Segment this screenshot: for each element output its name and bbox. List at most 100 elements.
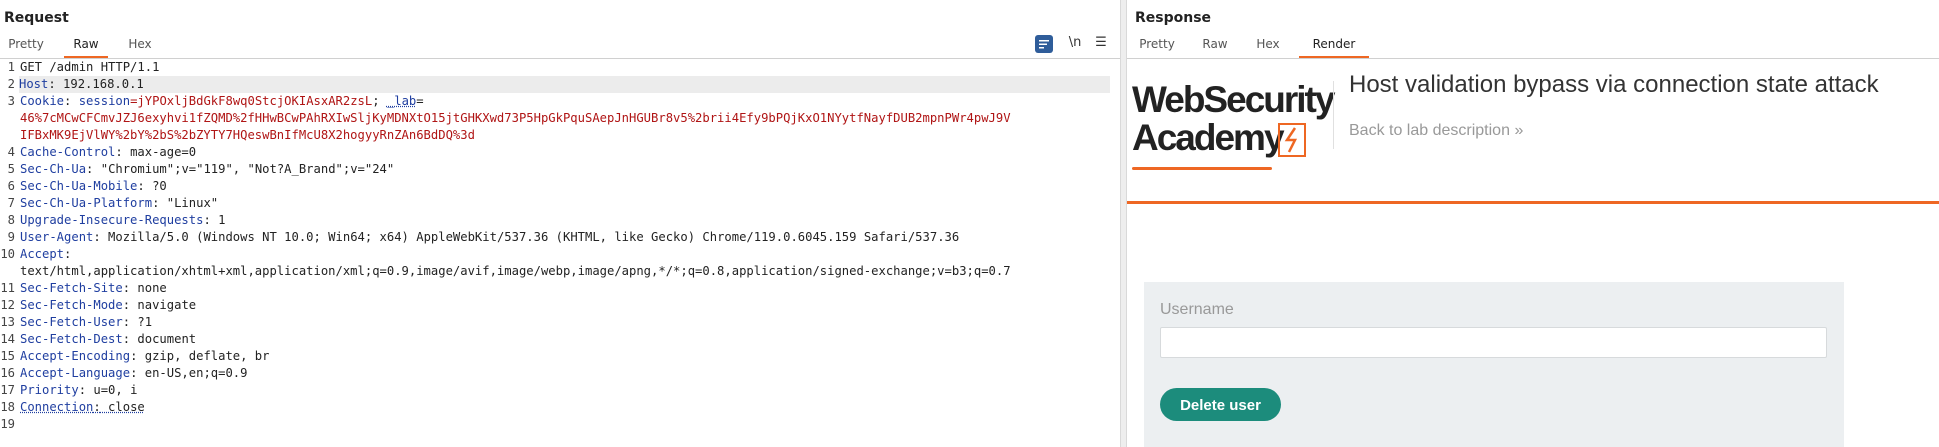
pane-splitter[interactable] xyxy=(1120,0,1127,447)
line-number: 9 xyxy=(7,230,15,244)
accept-continuation: text/html,application/xhtml+xml,applicat… xyxy=(20,263,1110,280)
header-value: "Chromium";v="119", "Not?A_Brand";v="24" xyxy=(93,162,395,176)
header-key: Priority xyxy=(20,383,79,397)
line-number: 19 xyxy=(0,417,15,431)
line-number: 3 xyxy=(7,94,15,108)
request-pane: Request Pretty Raw Hex \n ☰ 1 2 3 4 5 6 … xyxy=(0,0,1120,447)
line-number: 16 xyxy=(0,366,15,380)
line-number: 2 xyxy=(7,77,15,91)
header-key: User-Agent xyxy=(20,230,94,244)
web-security-academy-logo[interactable]: WebSecurity Academy xyxy=(1132,79,1335,170)
request-header-line: User-Agent: Mozilla/5.0 (Windows NT 10.0… xyxy=(20,230,960,244)
header-key: Connection xyxy=(20,400,94,414)
cookie-value: IFBxMK9EjVlWY%2bY%2bS%2bZYTY7HQeswBnIfMc… xyxy=(20,128,475,142)
username-input[interactable] xyxy=(1160,327,1827,358)
header-value: 192.168.0.1 xyxy=(55,77,144,91)
header-value: en-US,en;q=0.9 xyxy=(137,366,248,380)
request-header-line: Accept-Encoding: gzip, deflate, br xyxy=(20,349,270,363)
response-tabs: Pretty Raw Hex Render xyxy=(1127,34,1939,59)
cookie-name: session xyxy=(78,94,131,108)
header-key: Accept xyxy=(20,247,65,261)
header-key: Sec-Fetch-User xyxy=(20,315,123,329)
rendered-page: WebSecurity Academy Host validation bypa… xyxy=(1127,59,1939,447)
logo-line2: Academy xyxy=(1132,117,1285,158)
request-header-line: Sec-Fetch-User: ?1 xyxy=(20,315,153,329)
header-value: Mozilla/5.0 (Windows NT 10.0; Win64; x64… xyxy=(100,230,960,244)
tab-pretty[interactable]: Pretty xyxy=(1135,37,1179,58)
header-key: Sec-Ch-Ua-Mobile xyxy=(20,179,138,193)
lightning-bolt-icon xyxy=(1278,123,1306,157)
cookie-continuation: 46%7cMCwCFCmvJZJ6exyhvi1fZQMD%2fHHwBCwPA… xyxy=(20,110,1110,127)
tab-hex[interactable]: Hex xyxy=(118,37,162,58)
header-key: Sec-Ch-Ua xyxy=(20,162,87,176)
line-number: 6 xyxy=(7,179,15,193)
request-header-line: Sec-Fetch-Dest: document xyxy=(20,332,197,346)
tab-hex[interactable]: Hex xyxy=(1248,37,1288,58)
header-value: ?0 xyxy=(144,179,167,193)
header-value: close xyxy=(100,400,145,414)
line-number: 11 xyxy=(0,281,15,295)
header-value: text/html,application/xhtml+xml,applicat… xyxy=(20,264,1011,278)
tab-pretty[interactable]: Pretty xyxy=(4,37,48,58)
header-key: Cookie xyxy=(20,94,65,108)
response-title: Response xyxy=(1135,10,1212,26)
request-line-cookie: Cookie: session=jYPOxljBdGkF8wq0StcjOKIA… xyxy=(20,94,424,108)
request-header-line: Sec-Fetch-Mode: navigate xyxy=(20,298,197,312)
header-key: Host xyxy=(19,77,49,91)
header-key: Sec-Fetch-Mode xyxy=(20,298,123,312)
request-header-line: Sec-Fetch-Site: none xyxy=(20,281,167,295)
wrap-lines-icon[interactable] xyxy=(1035,35,1053,53)
request-header-line: Accept: xyxy=(20,247,72,261)
line-number: 10 xyxy=(0,247,15,261)
delete-user-button[interactable]: Delete user xyxy=(1160,388,1281,421)
header-key: Upgrade-Insecure-Requests xyxy=(20,213,204,227)
line-number: 12 xyxy=(0,298,15,312)
request-line-text: GET /admin HTTP/1.1 xyxy=(20,60,160,74)
line-number: 15 xyxy=(0,349,15,363)
cookie-value: =jYPOxljBdGkF8wq0StcjOKIAsxAR2zsL xyxy=(130,94,373,108)
header-key: Sec-Fetch-Dest xyxy=(20,332,123,346)
line-number: 4 xyxy=(7,145,15,159)
tab-render[interactable]: Render xyxy=(1299,37,1369,58)
request-title: Request xyxy=(4,10,69,26)
tab-raw[interactable]: Raw xyxy=(1195,37,1235,58)
line-number: 18 xyxy=(0,400,15,414)
line-number: 17 xyxy=(0,383,15,397)
header-key: Sec-Fetch-Site xyxy=(20,281,123,295)
newline-toggle-icon[interactable]: \n xyxy=(1066,35,1084,53)
request-header-line: Cache-Control: max-age=0 xyxy=(20,145,197,159)
request-tabs: Pretty Raw Hex xyxy=(0,34,1120,59)
username-label: Username xyxy=(1160,301,1234,318)
menu-icon[interactable]: ☰ xyxy=(1093,35,1109,53)
cookie-value: 46%7cMCwCFCmvJZJ6exyhvi1fZQMD%2fHHwBCwPA… xyxy=(20,111,1011,125)
request-line: GET /admin HTTP/1.1 xyxy=(20,59,1110,76)
request-header-line: Sec-Ch-Ua-Platform: "Linux" xyxy=(20,196,219,210)
line-number: 5 xyxy=(7,162,15,176)
logo-line1: WebSecurity xyxy=(1132,79,1335,120)
response-pane: Response Pretty Raw Hex Render WebSecuri… xyxy=(1127,0,1939,447)
header-value: u=0, i xyxy=(86,383,138,397)
request-header-line: Priority: u=0, i xyxy=(20,383,138,397)
line-number: 7 xyxy=(7,196,15,210)
tab-raw[interactable]: Raw xyxy=(64,37,108,58)
request-editor[interactable]: 1 2 3 4 5 6 7 8 9 10 11 12 13 14 15 16 1… xyxy=(0,59,1120,447)
line-number: 1 xyxy=(7,60,15,74)
request-header-line: Upgrade-Insecure-Requests: 1 xyxy=(20,213,226,227)
header-key: Accept-Language xyxy=(20,366,131,380)
double-chevron-right-icon: » xyxy=(1514,122,1524,139)
cookie-continuation: IFBxMK9EjVlWY%2bY%2bS%2bZYTY7HQeswBnIfMc… xyxy=(20,127,1110,144)
request-line-host: Host: 192.168.0.1 xyxy=(19,76,1110,93)
header-value: document xyxy=(130,332,197,346)
academy-header: WebSecurity Academy Host validation bypa… xyxy=(1127,59,1939,204)
request-header-line: Sec-Ch-Ua: "Chromium";v="119", "Not?A_Br… xyxy=(20,162,395,176)
line-number: 8 xyxy=(7,213,15,227)
back-to-lab-link[interactable]: Back to lab description » xyxy=(1349,122,1523,140)
line-number: 14 xyxy=(0,332,15,346)
line-number: 13 xyxy=(0,315,15,329)
delete-user-form: Username Delete user xyxy=(1144,282,1844,447)
header-value: gzip, deflate, br xyxy=(137,349,270,363)
header-value: max-age=0 xyxy=(122,145,197,159)
header-divider xyxy=(1333,81,1334,149)
header-value: none xyxy=(130,281,167,295)
header-key: Sec-Ch-Ua-Platform xyxy=(20,196,153,210)
